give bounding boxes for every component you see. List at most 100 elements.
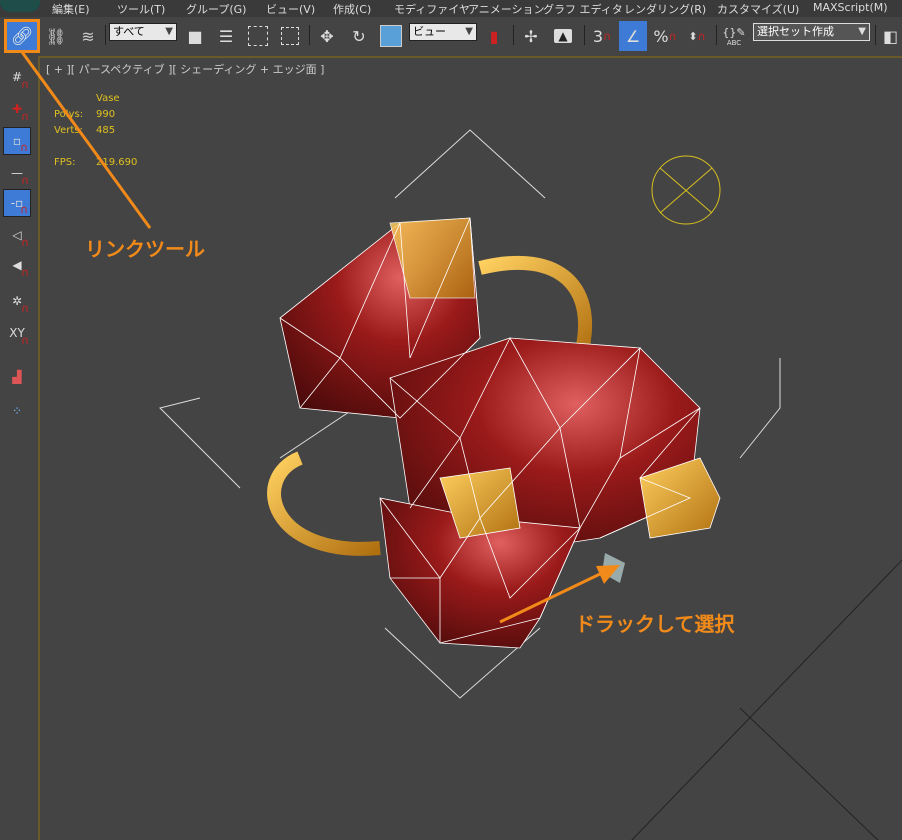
named-selection-value: 選択セット作成 xyxy=(757,25,834,38)
menu-rendering[interactable]: レンダリング(R) xyxy=(624,1,706,17)
arrow-up-key-icon: ▲ xyxy=(554,29,572,43)
snap-center-face-button[interactable]: ✲ ∩ xyxy=(3,287,31,315)
stats-polys-label: Polys: xyxy=(54,109,84,120)
annotation-link-tool: リンクツール xyxy=(85,237,205,261)
stats-polys-value: 990 xyxy=(96,109,116,120)
spinner-icon: ⬍ xyxy=(688,29,698,43)
snap-edge-button[interactable]: ◁ ∩ xyxy=(3,221,31,249)
app-logo[interactable] xyxy=(0,0,40,12)
snap-face-button[interactable]: ◀ ∩ xyxy=(3,251,31,279)
magnet-icon: ∩ xyxy=(20,174,29,187)
angle-snap-icon: ∠ xyxy=(625,26,641,46)
magnet-icon: ∩ xyxy=(20,334,29,347)
braces-pencil-icon: {}✎ xyxy=(722,25,746,39)
magnet-icon: ∩ xyxy=(19,203,28,216)
angle-snap-button[interactable]: ∠ xyxy=(619,21,647,51)
select-object-button[interactable]: ■ xyxy=(181,21,209,51)
annotation-drag-select: ドラックして選択 xyxy=(575,612,735,636)
scene xyxy=(159,129,902,840)
bind-space-warp-button[interactable]: ≋ xyxy=(74,21,102,51)
menu-edit[interactable]: 編集(E) xyxy=(52,1,90,17)
stats-fps-label: FPS: xyxy=(54,157,76,168)
reference-coord-value: ビュー xyxy=(413,25,446,38)
select-cursor-icon: ■ xyxy=(187,26,203,46)
scale-icon xyxy=(380,25,402,47)
link-tool-button[interactable]: 🔗︎ xyxy=(4,19,40,53)
snap-options-button[interactable]: ▟ xyxy=(3,363,31,391)
mirror-icon: ◧ xyxy=(882,26,899,46)
selection-filter-select[interactable]: すべて ▼ xyxy=(109,23,177,41)
unlink-icon: ⛓ xyxy=(45,26,67,46)
selection-filter-value: すべて xyxy=(113,25,145,38)
constraint-xy-button[interactable]: XY ∩ xyxy=(3,319,31,347)
snap-vertex-button[interactable]: ▫ ∩ xyxy=(3,127,31,155)
menu-bar: 編集(E) ツール(T) グループ(G) ビュー(V) 作成(C) モディファイ… xyxy=(0,0,902,17)
magnet-icon: ∩ xyxy=(668,29,677,43)
manipulate-icon: ✢ xyxy=(524,26,538,46)
reference-coord-select[interactable]: ビュー ▼ xyxy=(409,23,477,41)
stats-fps-value: 219.690 xyxy=(96,157,138,168)
selection-region-button[interactable] xyxy=(244,21,272,51)
toolbox-icon: ▟ xyxy=(12,370,22,384)
pivot-gizmo[interactable] xyxy=(602,553,625,583)
pivot-icon: ▮ xyxy=(489,26,499,46)
snap-settings-button[interactable]: ⁘ xyxy=(3,397,31,425)
chevron-down-icon: ▼ xyxy=(858,26,866,37)
magnet-icon: ∩ xyxy=(20,266,29,279)
named-selection-select[interactable]: 選択セット作成 ▼ xyxy=(753,23,870,41)
grid-line xyxy=(631,559,902,840)
select-by-name-button[interactable]: ☰ xyxy=(212,21,240,51)
rect-region-icon xyxy=(248,26,268,46)
list-icon: ☰ xyxy=(218,26,234,46)
move-button[interactable]: ✥ xyxy=(313,21,341,51)
magnet-icon: ∩ xyxy=(20,110,29,123)
menu-group[interactable]: グループ(G) xyxy=(186,1,246,17)
menu-tools[interactable]: ツール(T) xyxy=(117,1,165,17)
magnet-icon: ∩ xyxy=(603,29,612,43)
move-icon: ✥ xyxy=(320,26,334,46)
keyboard-shortcut-override-button[interactable]: ▲ xyxy=(549,21,577,51)
snap-midpoint-button[interactable]: -▫ ∩ xyxy=(3,189,31,217)
menu-animation[interactable]: アニメーション xyxy=(468,1,545,17)
menu-modifiers[interactable]: モディファイヤ xyxy=(394,1,470,17)
magnet-icon: ∩ xyxy=(20,236,29,249)
magnet-icon: ∩ xyxy=(697,29,706,43)
pivot-center-button[interactable]: ▮ xyxy=(480,21,508,51)
stats-object-name: Vase xyxy=(96,93,120,104)
menu-graph-editors[interactable]: グラフ エディタ xyxy=(543,1,623,17)
crossing-icon xyxy=(281,27,299,45)
stats-verts-label: Verts: xyxy=(54,125,83,136)
space-warp-icon: ≋ xyxy=(81,26,95,46)
menu-maxscript[interactable]: MAXScript(M) xyxy=(813,1,888,14)
spinner-snap-button[interactable]: ⬍ ∩ xyxy=(683,21,711,51)
menu-create[interactable]: 作成(C) xyxy=(333,1,371,17)
snap-pivot-button[interactable]: ✚ ∩ xyxy=(3,95,31,123)
perspective-viewport[interactable]: [ + ][ パースペクティブ ][ シェーディング + エッジ面 ] Vase… xyxy=(38,56,902,840)
rotate-button[interactable]: ↻ xyxy=(345,21,373,51)
main-toolbar: 🔗︎ ⛓ ≋ すべて ▼ ■ ☰ ✥ ↻ ビュー ▼ ▮ ✢ ▲ 3 ∩ ∠ % ∩ ⬍… xyxy=(0,17,902,55)
unlink-button[interactable]: ⛓ xyxy=(42,21,70,51)
select-manipulate-button[interactable]: ✢ xyxy=(517,21,545,51)
menu-customize[interactable]: カスタマイズ(U) xyxy=(717,1,799,17)
menu-view[interactable]: ビュー(V) xyxy=(266,1,315,17)
light-helper xyxy=(651,155,721,225)
snap-grid-button[interactable]: # ∩ xyxy=(3,63,31,91)
rotate-icon: ↻ xyxy=(352,26,366,46)
grid-line xyxy=(739,707,879,840)
snap-3d-label: 3 xyxy=(592,26,604,46)
snaps-toggle-button[interactable]: 3 ∩ xyxy=(588,21,616,51)
scale-button[interactable] xyxy=(377,21,405,51)
vase-mesh xyxy=(267,217,721,649)
mirror-button[interactable]: ◧ xyxy=(879,21,902,51)
magnet-icon: ∩ xyxy=(20,302,29,315)
window-crossing-button[interactable] xyxy=(276,21,304,51)
percent-snap-button[interactable]: % ∩ xyxy=(651,21,679,51)
abc-label: ABC xyxy=(726,38,742,47)
magnet-icon: ∩ xyxy=(20,78,29,91)
percent-label: % xyxy=(653,26,669,46)
edit-named-selection-button[interactable]: {}✎ ABC xyxy=(720,21,748,51)
snap-toolbar: # ∩ ✚ ∩ ▫ ∩ — ∩ -▫ ∩ ◁ ∩ ◀ ∩ ✲ ∩ XY ∩ ▟ ⁘ xyxy=(0,57,36,840)
snap-endpoint-button[interactable]: — ∩ xyxy=(3,159,31,187)
viewport-label[interactable]: [ + ][ パースペクティブ ][ シェーディング + エッジ面 ] xyxy=(46,61,324,77)
link-icon: 🔗︎ xyxy=(10,25,34,47)
